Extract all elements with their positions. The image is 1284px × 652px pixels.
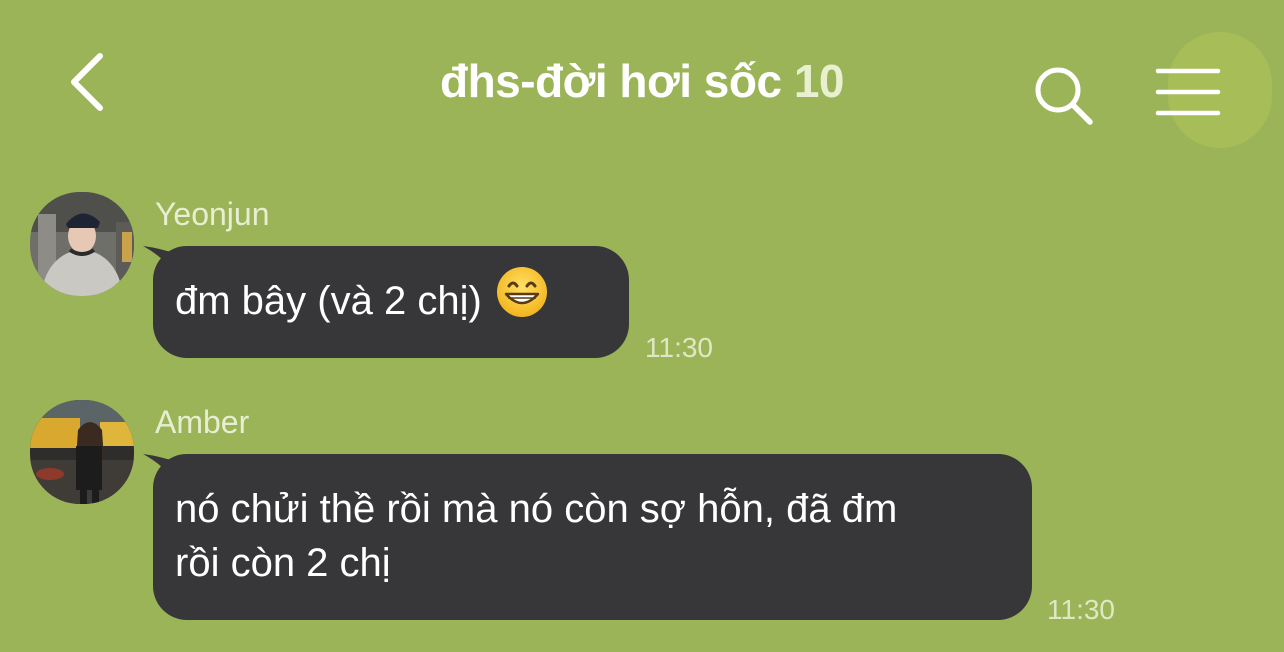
message-bubble[interactable]: đm bây (và 2 chị): [153, 246, 629, 358]
member-count: 10: [793, 55, 845, 107]
avatar-amber[interactable]: [30, 400, 134, 504]
avatar-yeonjun[interactable]: [30, 192, 134, 296]
sender-name: Yeonjun: [155, 196, 270, 232]
message-text-line: nó chửi thề rồi mà nó còn sợ hỗn, đã đm: [175, 487, 898, 531]
avatar-image: [30, 400, 134, 504]
message-time: 11:30: [1047, 594, 1115, 625]
grinning-face-emoji: [496, 266, 548, 332]
message-time: 11:30: [645, 332, 713, 363]
search-icon: [1035, 67, 1093, 125]
chat-name: đhs-đời hơi sốc: [439, 55, 782, 107]
menu-button[interactable]: [1152, 62, 1226, 122]
search-button[interactable]: [1030, 62, 1096, 128]
avatar-image: [30, 192, 134, 296]
message-text-line: rồi còn 2 chị: [175, 541, 391, 585]
message-text: đm bây (và 2 chị): [175, 279, 482, 323]
message-bubble[interactable]: nó chửi thề rồi mà nó còn sợ hỗn, đã đm …: [153, 454, 1032, 620]
sender-name: Amber: [155, 404, 250, 440]
hamburger-menu-icon: [1155, 68, 1221, 116]
chat-header: đhs-đời hơi sốc 10: [0, 0, 1284, 160]
